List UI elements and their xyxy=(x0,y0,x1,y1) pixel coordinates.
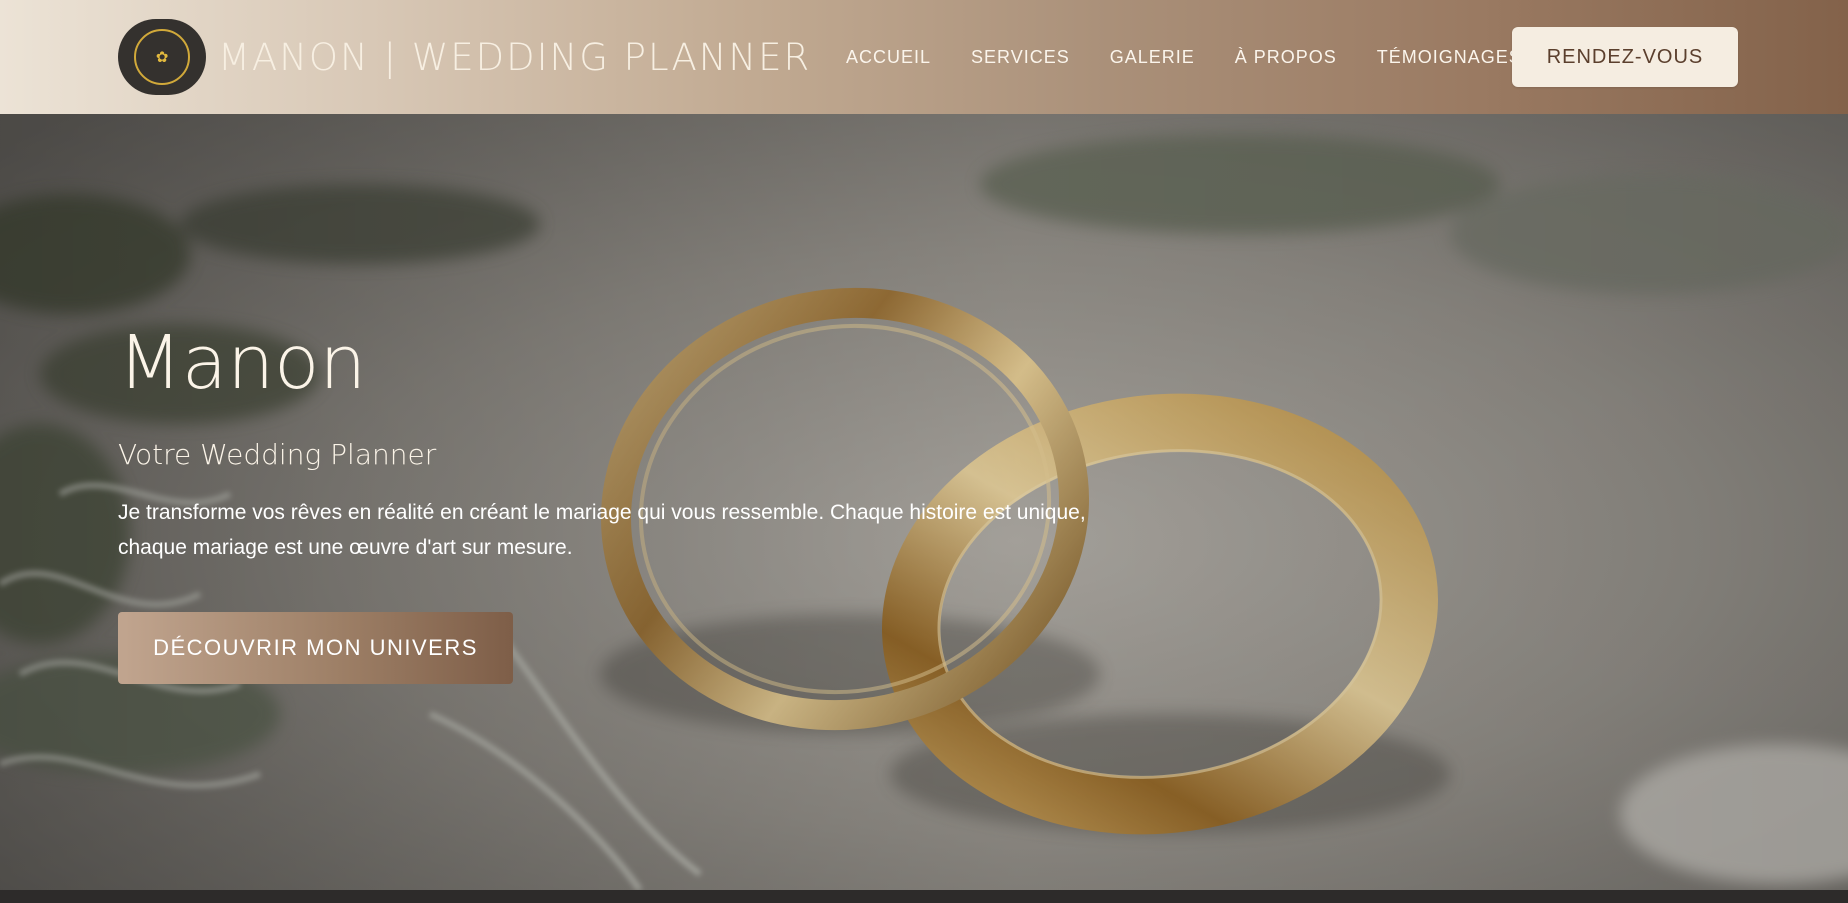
nav-item-accueil[interactable]: ACCUEIL xyxy=(846,47,931,68)
flower-glyph: ✿ xyxy=(155,47,169,66)
hero-section: Manon Votre Wedding Planner Je transform… xyxy=(0,114,1848,890)
hero-content: Manon Votre Wedding Planner Je transform… xyxy=(118,114,1218,890)
rendez-vous-button[interactable]: RENDEZ-VOUS xyxy=(1512,27,1738,87)
discover-universe-button[interactable]: DÉCOUVRIR MON UNIVERS xyxy=(118,612,513,684)
nav-item-services[interactable]: SERVICES xyxy=(971,47,1070,68)
main-nav: ACCUEIL SERVICES GALERIE À PROPOS TÉMOIG… xyxy=(846,0,1522,114)
page: ✿ MANON | WEDDING PLANNER ACCUEIL SERVIC… xyxy=(0,0,1848,903)
nav-item-temoignages[interactable]: TÉMOIGNAGES xyxy=(1377,47,1522,68)
brand-name: MANON | WEDDING PLANNER xyxy=(218,35,812,79)
flower-icon: ✿ xyxy=(134,29,190,85)
hero-title: Manon xyxy=(118,320,367,406)
nav-item-a-propos[interactable]: À PROPOS xyxy=(1235,47,1337,68)
hero-description: Je transforme vos rêves en réalité en cr… xyxy=(118,501,1086,559)
logo[interactable]: ✿ xyxy=(118,19,206,95)
brand[interactable]: ✿ MANON | WEDDING PLANNER xyxy=(118,19,811,95)
site-header: ✿ MANON | WEDDING PLANNER ACCUEIL SERVIC… xyxy=(0,0,1848,114)
nav-item-galerie[interactable]: GALERIE xyxy=(1110,47,1195,68)
bottom-strip xyxy=(0,890,1848,903)
hero-subtitle: Votre Wedding Planner xyxy=(118,438,437,471)
